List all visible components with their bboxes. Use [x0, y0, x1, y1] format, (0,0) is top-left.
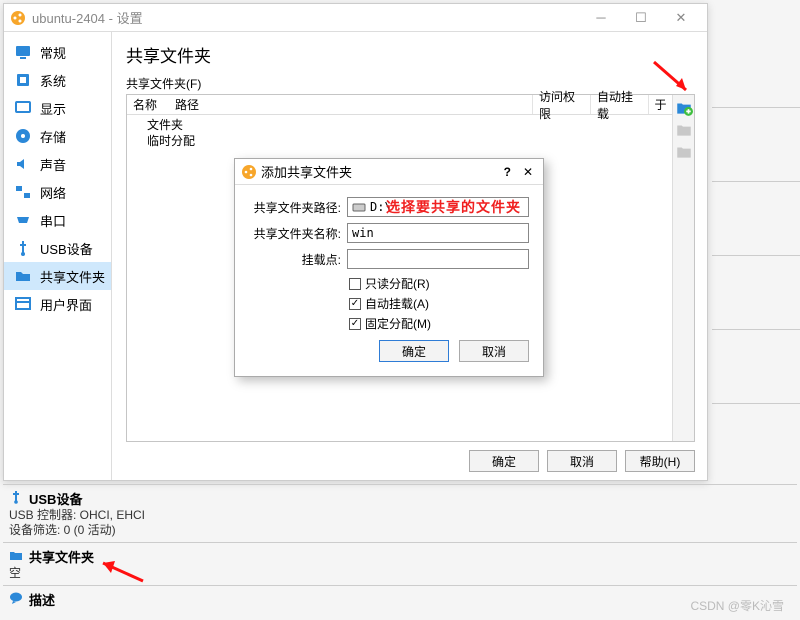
- mount-input[interactable]: [347, 249, 529, 269]
- speaker-icon: [14, 155, 32, 173]
- col-name: 名称: [127, 95, 169, 114]
- disk-icon: [14, 127, 32, 145]
- sidebar-item-storage[interactable]: 存储: [4, 122, 111, 150]
- usb-summary-head: USB设备: [9, 489, 791, 508]
- col-path: 路径: [169, 95, 532, 114]
- window-controls: ─ ☐ ✕: [581, 5, 701, 31]
- dialog-ok-button[interactable]: 确定: [379, 340, 449, 362]
- dialog-close-button[interactable]: ✕: [523, 165, 533, 179]
- checkbox-icon: ✓: [349, 318, 361, 330]
- app-icon: [241, 164, 257, 180]
- table-toolbar: [672, 95, 694, 441]
- sidebar-label: 存储: [40, 127, 66, 146]
- display-icon: [14, 99, 32, 117]
- dialog-title: 添加共享文件夹: [261, 162, 504, 181]
- col-automount: 自动挂载: [590, 95, 648, 114]
- chat-icon: [9, 591, 23, 608]
- summary-title: 描述: [29, 590, 55, 609]
- sidebar-item-serial[interactable]: 串口: [4, 206, 111, 234]
- usb-line: USB 控制器: OHCI, EHCI: [9, 508, 791, 523]
- sidebar: 常规 系统 显示 存储 声音 网络 串口 USB设备 共享文件夹 用户界面: [4, 32, 112, 480]
- folder-icon: [9, 548, 23, 565]
- sidebar-label: USB设备: [40, 239, 93, 258]
- sidebar-item-network[interactable]: 网络: [4, 178, 111, 206]
- sidebar-item-usb[interactable]: USB设备: [4, 234, 111, 262]
- sidebar-label: 系统: [40, 71, 66, 90]
- check-label: 固定分配(M): [365, 315, 431, 332]
- label-path: 共享文件夹路径:: [249, 199, 341, 216]
- usb-icon: [9, 490, 23, 507]
- desc-summary-head: 描述: [9, 590, 791, 609]
- label-name: 共享文件夹名称:: [249, 225, 341, 242]
- serial-icon: [14, 211, 32, 229]
- dialog-cancel-button[interactable]: 取消: [459, 340, 529, 362]
- window-icon: [14, 295, 32, 313]
- usb-line: 设备筛选: 0 (0 活动): [9, 523, 791, 538]
- dialog-titlebar: 添加共享文件夹 ? ✕: [235, 159, 543, 185]
- check-label: 自动挂载(A): [365, 295, 429, 312]
- bg-lines: [712, 34, 800, 404]
- sidebar-item-system[interactable]: 系统: [4, 66, 111, 94]
- folder-icon: [14, 267, 32, 285]
- remove-folder-button[interactable]: [675, 143, 693, 161]
- sidebar-item-display[interactable]: 显示: [4, 94, 111, 122]
- sidebar-label: 共享文件夹: [40, 267, 105, 286]
- check-label: 只读分配(R): [365, 275, 430, 292]
- annotation-arrow-icon: [93, 557, 153, 587]
- checkbox-icon: ✓: [349, 298, 361, 310]
- path-combo[interactable]: D:\ 选择要共享的文件夹: [347, 197, 529, 217]
- summary-panel: USB设备 USB 控制器: OHCI, EHCI 设备筛选: 0 (0 活动)…: [3, 484, 797, 613]
- annotation-arrow-icon: [648, 56, 698, 106]
- add-share-dialog: 添加共享文件夹 ? ✕ 共享文件夹路径: D:\ 选择要共享的文件夹 共享文件夹…: [234, 158, 544, 377]
- close-button[interactable]: ✕: [661, 5, 701, 31]
- chip-icon: [14, 71, 32, 89]
- annotation-overlay: 选择要共享的文件夹: [386, 197, 521, 217]
- minimize-button[interactable]: ─: [581, 5, 621, 31]
- check-readonly[interactable]: 只读分配(R): [349, 275, 529, 292]
- monitor-icon: [14, 43, 32, 61]
- label-mount: 挂载点:: [249, 251, 341, 268]
- table-header: 名称 路径 访问权限 自动挂载 于: [127, 95, 672, 115]
- name-input[interactable]: [347, 223, 529, 243]
- ok-button[interactable]: 确定: [469, 450, 539, 472]
- cancel-button[interactable]: 取消: [547, 450, 617, 472]
- checkbox-icon: [349, 278, 361, 290]
- tree-row[interactable]: 临时分配: [131, 133, 668, 149]
- sidebar-label: 显示: [40, 99, 66, 118]
- sidebar-item-general[interactable]: 常规: [4, 38, 111, 66]
- footer-buttons: 确定 取消 帮助(H): [126, 442, 695, 472]
- sidebar-item-shared-folders[interactable]: 共享文件夹: [4, 262, 111, 290]
- watermark: CSDN @零K沁雪: [690, 597, 784, 614]
- summary-title: USB设备: [29, 489, 82, 508]
- check-automount[interactable]: ✓ 自动挂载(A): [349, 295, 529, 312]
- window-title: ubuntu-2404 - 设置: [32, 8, 581, 27]
- drive-icon: [352, 201, 366, 213]
- check-permanent[interactable]: ✓ 固定分配(M): [349, 315, 529, 332]
- dialog-help-button[interactable]: ?: [504, 165, 511, 179]
- help-button[interactable]: 帮助(H): [625, 450, 695, 472]
- page-title: 共享文件夹: [126, 42, 695, 67]
- window-titlebar: ubuntu-2404 - 设置 ─ ☐ ✕: [4, 4, 707, 32]
- maximize-button[interactable]: ☐: [621, 5, 661, 31]
- usb-icon: [14, 239, 32, 257]
- tree-row[interactable]: 文件夹: [131, 117, 668, 133]
- network-icon: [14, 183, 32, 201]
- sidebar-label: 常规: [40, 43, 66, 62]
- sidebar-label: 声音: [40, 155, 66, 174]
- app-icon: [10, 10, 26, 26]
- sidebar-label: 用户界面: [40, 295, 92, 314]
- edit-folder-button[interactable]: [675, 121, 693, 139]
- col-access: 访问权限: [532, 95, 590, 114]
- summary-title: 共享文件夹: [29, 547, 94, 566]
- sidebar-label: 串口: [40, 211, 66, 230]
- sidebar-label: 网络: [40, 183, 66, 202]
- sidebar-item-audio[interactable]: 声音: [4, 150, 111, 178]
- sidebar-item-interface[interactable]: 用户界面: [4, 290, 111, 318]
- tree-rows: 文件夹 临时分配: [127, 115, 672, 151]
